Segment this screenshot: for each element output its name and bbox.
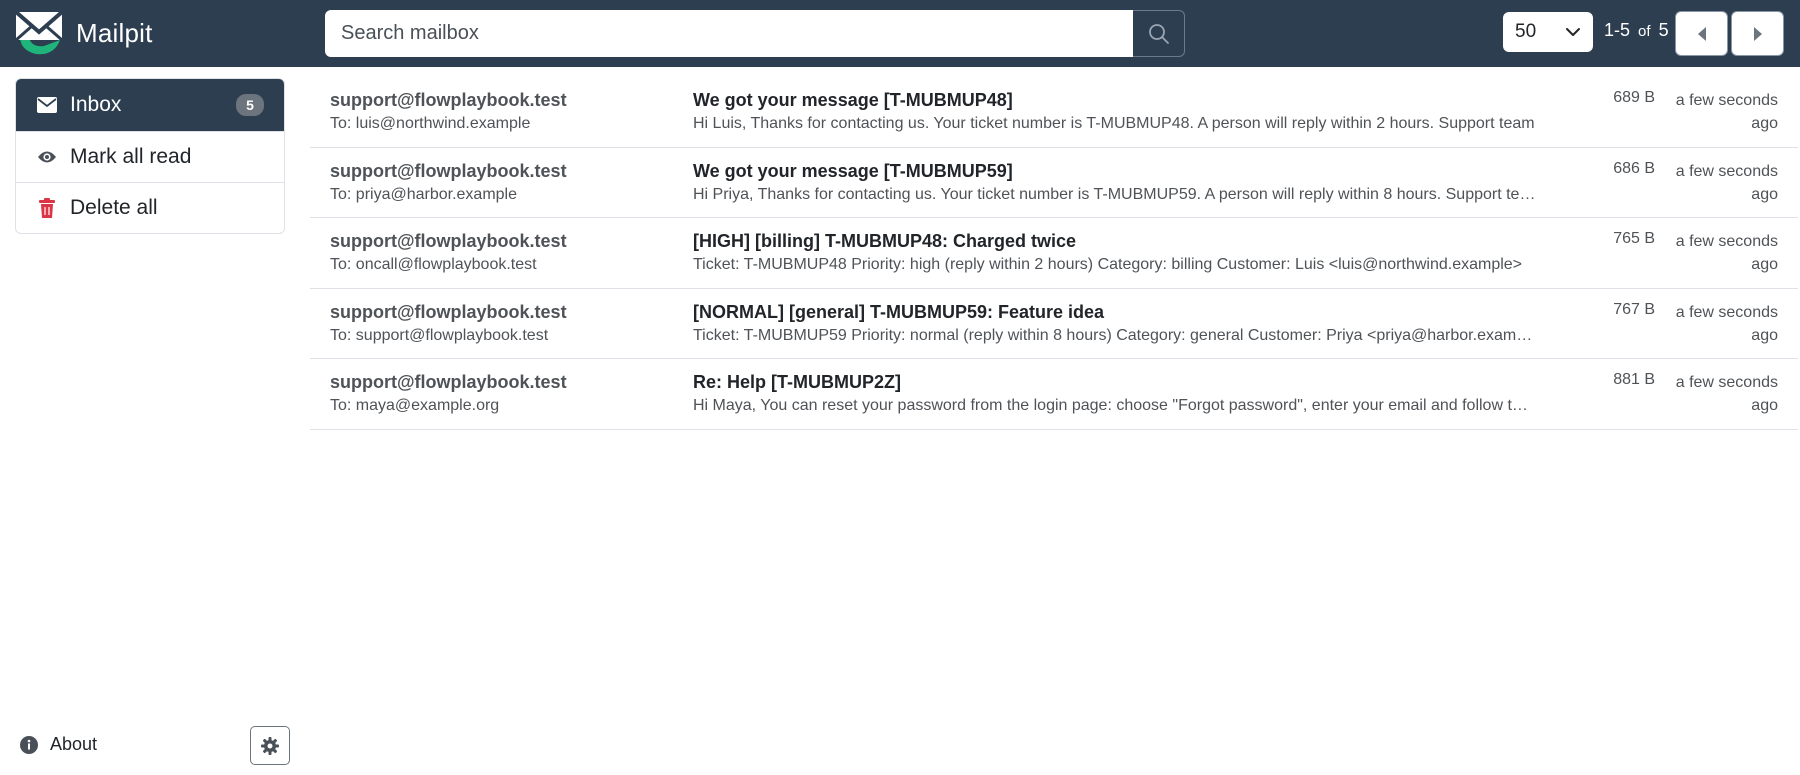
message-time: a few seconds ago (1675, 92, 1778, 132)
app-name: Mailpit (76, 17, 153, 48)
message-time: a few seconds ago (1675, 233, 1778, 274)
sidebar-item-label: Mark all read (70, 145, 192, 168)
sidebar-item-inbox[interactable]: Inbox 5 (16, 79, 284, 131)
pagination-range: 1-5 (1604, 20, 1631, 40)
message-time: a few seconds ago (1675, 303, 1778, 344)
mailpit-logo-icon (14, 10, 64, 55)
about-label: About (50, 734, 98, 754)
message-from: support@flowplaybook.test (330, 231, 567, 252)
pagination-of: of (1638, 23, 1651, 40)
info-icon (20, 735, 40, 755)
sidebar-item-mark-all-read[interactable]: Mark all read (16, 131, 284, 182)
message-size: 689 B (1613, 89, 1655, 106)
message-snippet: Ticket: T-MUBMUP59 Priority: normal (rep… (693, 326, 1536, 344)
top-navbar: Mailpit 50 1-5 of 5 (0, 0, 1800, 67)
message-row[interactable]: support@flowplaybook.test To: maya@examp… (310, 359, 1798, 430)
unread-count-badge: 5 (236, 94, 264, 116)
message-from: support@flowplaybook.test (330, 372, 567, 393)
message-snippet: Hi Maya, You can reset your password fro… (693, 397, 1536, 415)
message-subject: We got your message [T-MUBMUP48] (693, 90, 1013, 110)
message-time: a few seconds ago (1675, 162, 1778, 203)
eye-icon (36, 146, 58, 168)
brand-link[interactable]: Mailpit (14, 10, 153, 56)
message-size: 765 B (1613, 230, 1655, 248)
search-button[interactable] (1133, 10, 1185, 57)
previous-page-button[interactable] (1675, 11, 1728, 56)
message-size: 686 B (1613, 159, 1655, 177)
sidebar-item-delete-all[interactable]: Delete all (16, 182, 284, 233)
pagination-total: 5 (1658, 20, 1669, 40)
message-size: 767 B (1613, 300, 1655, 318)
search-icon (1148, 23, 1169, 44)
message-to: To: support@flowplaybook.test (330, 326, 549, 344)
per-page-value: 50 (1515, 21, 1537, 42)
trash-icon (36, 197, 58, 219)
message-snippet: Ticket: T-MUBMUP48 Priority: high (reply… (693, 256, 1523, 274)
gear-icon (261, 736, 279, 755)
message-to: To: priya@harbor.example (330, 185, 517, 203)
sidebar-item-label: Inbox (70, 93, 122, 116)
message-subject: We got your message [T-MUBMUP59] (693, 160, 1013, 181)
chevron-down-icon (1565, 27, 1581, 37)
message-to: To: luis@northwind.example (330, 115, 531, 132)
message-snippet: Hi Luis, Thanks for contacting us. Your … (693, 115, 1535, 132)
per-page-select[interactable]: 50 (1503, 12, 1593, 52)
message-snippet: Hi Priya, Thanks for contacting us. Your… (693, 185, 1536, 203)
caret-left-icon (1697, 26, 1706, 41)
about-link[interactable]: About (20, 734, 97, 755)
message-list: support@flowplaybook.test To: luis@north… (310, 77, 1798, 430)
envelope-icon (36, 94, 58, 116)
message-subject: Re: Help [T-MUBMUP2Z] (693, 372, 901, 393)
message-subject: [HIGH] [billing] T-MUBMUP48: Charged twi… (693, 231, 1077, 252)
message-from: support@flowplaybook.test (330, 301, 567, 322)
message-row[interactable]: support@flowplaybook.test To: priya@harb… (310, 148, 1798, 219)
message-size: 881 B (1613, 371, 1655, 389)
caret-right-icon (1753, 26, 1762, 41)
message-from: support@flowplaybook.test (330, 90, 567, 110)
message-subject: [NORMAL] [general] T-MUBMUP59: Feature i… (693, 301, 1105, 322)
message-row[interactable]: support@flowplaybook.test To: oncall@flo… (310, 218, 1798, 289)
message-time: a few seconds ago (1675, 374, 1778, 415)
next-page-button[interactable] (1731, 11, 1784, 56)
message-row[interactable]: support@flowplaybook.test To: support@fl… (310, 289, 1798, 360)
message-to: To: oncall@flowplaybook.test (330, 256, 537, 274)
settings-button[interactable] (250, 726, 290, 765)
pagination-summary: 1-5 of 5 (1604, 20, 1669, 41)
message-to: To: maya@example.org (330, 397, 500, 415)
search-bar (325, 10, 1185, 57)
search-input[interactable] (325, 10, 1133, 57)
sidebar-menu: Inbox 5 Mark all read Delete all (15, 78, 285, 234)
message-from: support@flowplaybook.test (330, 160, 567, 181)
sidebar-item-label: Delete all (70, 196, 158, 219)
message-row[interactable]: support@flowplaybook.test To: luis@north… (310, 77, 1798, 148)
